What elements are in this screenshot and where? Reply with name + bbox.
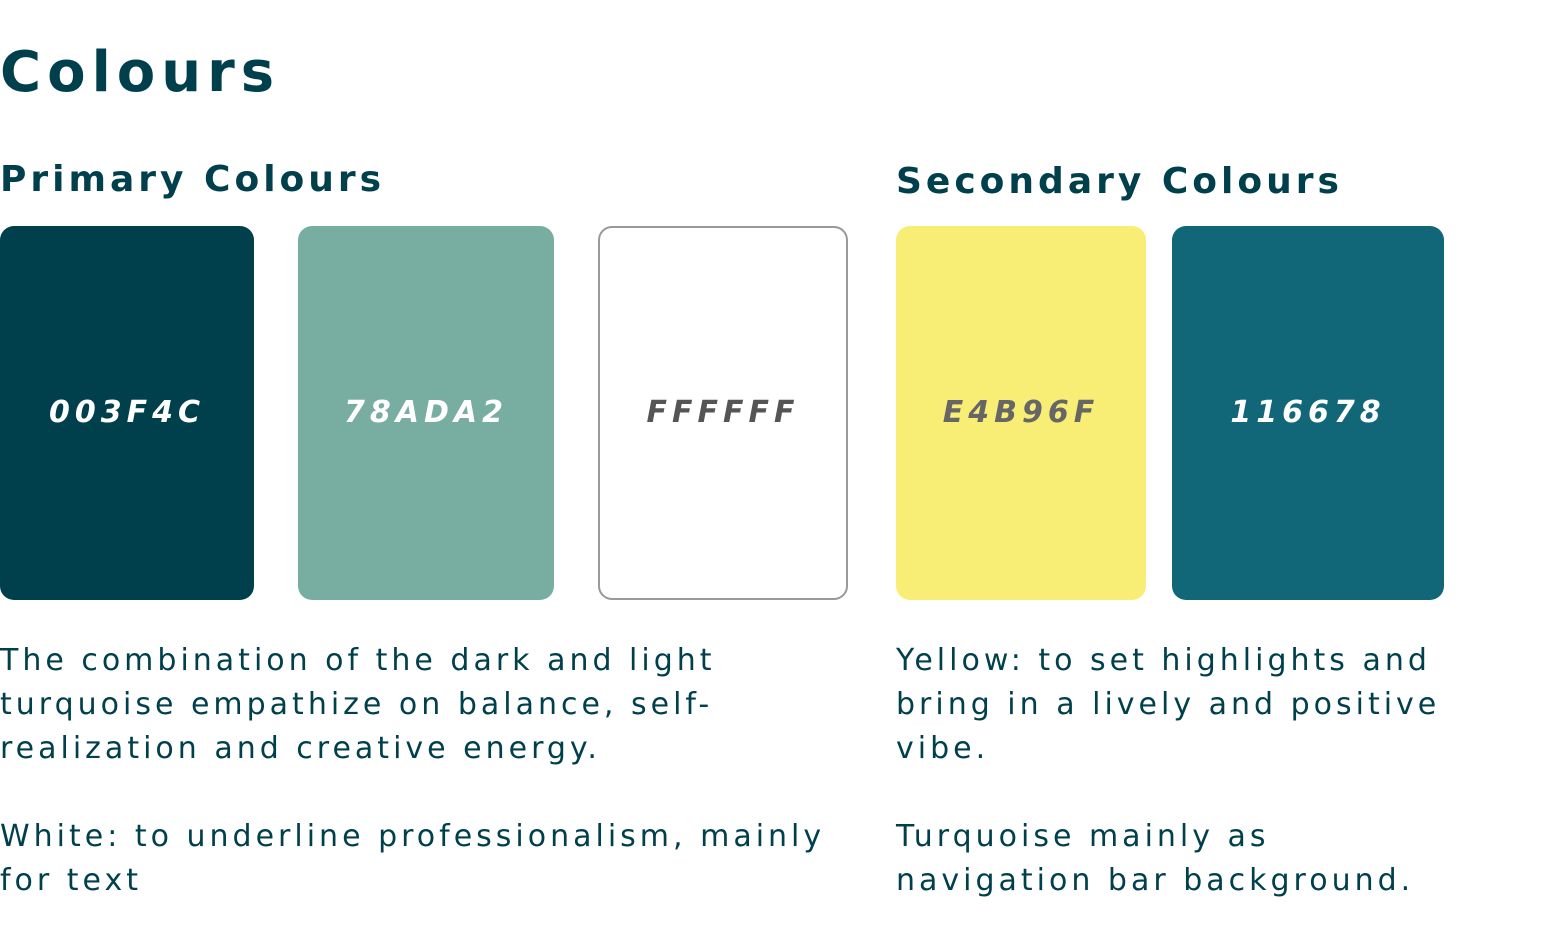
swatch-ffffff: FFFFFF bbox=[598, 226, 848, 600]
secondary-yellow-description: Yellow: to set highlights and bring in a… bbox=[896, 643, 1441, 766]
primary-white-description: White: to underline professionalism, mai… bbox=[0, 819, 826, 898]
swatch-116678: 116678 bbox=[1172, 226, 1444, 600]
swatch-code: FFFFFF bbox=[646, 395, 800, 430]
swatch-003f4c: 003F4C bbox=[0, 226, 254, 600]
swatch-code: E4B96F bbox=[942, 395, 1100, 430]
primary-colours-heading: Primary Colours bbox=[0, 159, 386, 200]
swatch-78ada2: 78ADA2 bbox=[298, 226, 554, 600]
page-title: Colours bbox=[0, 40, 281, 105]
swatch-code: 003F4C bbox=[48, 395, 205, 430]
secondary-colours-heading: Secondary Colours bbox=[896, 161, 1343, 202]
swatch-e4b96f: E4B96F bbox=[896, 226, 1146, 600]
primary-description: The combination of the dark and light tu… bbox=[0, 643, 716, 766]
swatch-code: 116678 bbox=[1230, 395, 1386, 430]
secondary-turquoise-description: Turquoise mainly as navigation bar backg… bbox=[896, 819, 1415, 898]
swatch-code: 78ADA2 bbox=[344, 395, 508, 430]
